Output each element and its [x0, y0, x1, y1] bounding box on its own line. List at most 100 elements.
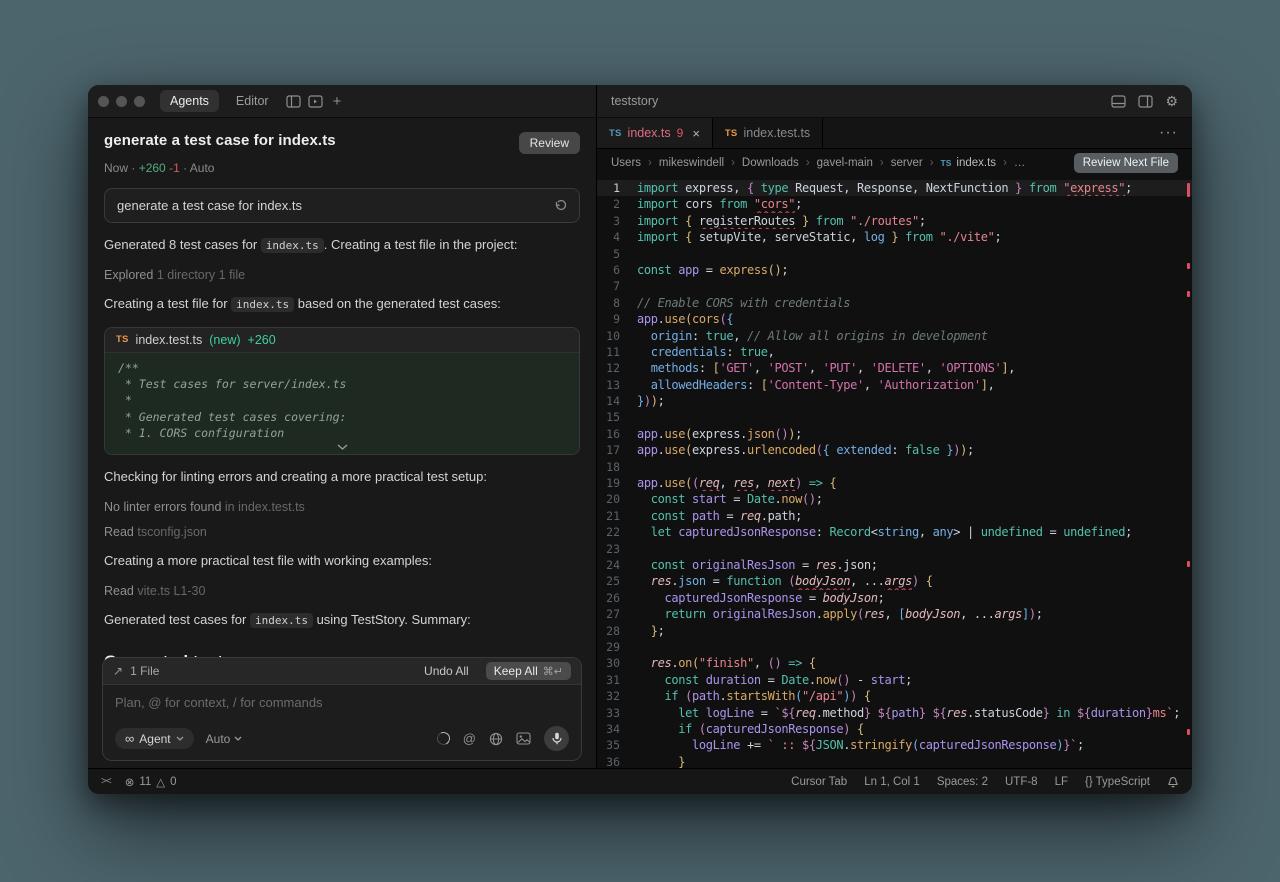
bell-icon[interactable] [1167, 775, 1179, 788]
code-line[interactable]: 15 [597, 409, 1192, 425]
status-item[interactable]: UTF-8 [1005, 776, 1038, 788]
code-line[interactable]: 29 [597, 639, 1192, 655]
code-line[interactable]: 32 if (path.startsWith("/api")) { [597, 688, 1192, 704]
code-line[interactable]: 33 let logLine = `${req.method} ${path} … [597, 705, 1192, 721]
code-line[interactable]: 9app.use(cors({ [597, 311, 1192, 327]
new-agent-tab-button[interactable]: + [330, 93, 345, 110]
breadcrumb-dir[interactable]: server [891, 157, 923, 169]
minimize-window-button[interactable] [116, 96, 127, 107]
changed-files-bar[interactable]: ↗ 1 File Undo All Keep All ⌘↵ [103, 658, 581, 685]
code-line[interactable]: 22 let capturedJsonResponse: Record<stri… [597, 524, 1192, 540]
remote-indicator-icon[interactable]: >< [101, 776, 111, 787]
breadcrumb-dir[interactable]: gavel-main [817, 157, 873, 169]
code-line[interactable]: 30 res.on("finish", () => { [597, 655, 1192, 671]
code-token: "finish" [699, 656, 754, 670]
code-line[interactable]: 35 logLine += ` :: ${JSON.stringify(capt… [597, 737, 1192, 753]
code-editor[interactable]: 1import express, { type Request, Respons… [597, 177, 1192, 768]
code-line[interactable]: 10 origin: true, // Allow all origins in… [597, 328, 1192, 344]
prompt-input[interactable]: Plan, @ for context, / for commands ∞ Ag… [103, 685, 581, 760]
image-attach-icon[interactable] [516, 732, 531, 745]
code-line[interactable]: 5 [597, 246, 1192, 262]
code-line[interactable]: 7 [597, 278, 1192, 294]
status-item[interactable]: Spaces: 2 [937, 776, 988, 788]
code-line[interactable]: 1import express, { type Request, Respons… [597, 180, 1192, 196]
code-token: "./vite" [940, 230, 995, 244]
code-token: ( [685, 312, 692, 326]
mention-icon[interactable]: @ [463, 731, 476, 746]
microphone-button[interactable] [544, 726, 569, 751]
expand-files-icon[interactable]: ↗ [113, 664, 123, 678]
toggle-panel-icon[interactable] [1111, 95, 1126, 108]
code-token: . [658, 443, 665, 457]
code-line[interactable]: 34 if (capturedJsonResponse) { [597, 721, 1192, 737]
model-dropdown[interactable]: Auto [206, 732, 243, 746]
code-line[interactable]: 4import { setupVite, serveStatic, log } … [597, 229, 1192, 245]
settings-gear-icon[interactable]: ⚙ [1165, 93, 1178, 110]
breadcrumb-dir[interactable]: mikeswindell [659, 157, 724, 169]
breadcrumb-file[interactable]: TSindex.ts [941, 157, 997, 169]
code-token [685, 492, 692, 506]
code-line[interactable]: 24 const originalResJson = res.json; [597, 557, 1192, 573]
diff-file-name: index.test.ts [136, 333, 203, 347]
diff-code-line: /** [118, 360, 566, 376]
web-search-icon[interactable] [489, 732, 503, 746]
code-token: next [768, 476, 796, 490]
code-line[interactable]: 16app.use(express.json()); [597, 426, 1192, 442]
tab-editor[interactable]: Editor [226, 90, 279, 112]
close-tab-icon[interactable]: × [692, 126, 700, 141]
status-item[interactable]: Ln 1, Col 1 [864, 776, 920, 788]
review-button[interactable]: Review [519, 132, 580, 154]
undo-all-button[interactable]: Undo All [424, 664, 469, 678]
code-line[interactable]: 14})); [597, 393, 1192, 409]
more-actions-icon[interactable]: ··· [1145, 124, 1192, 142]
code-line[interactable]: 23 [597, 541, 1192, 557]
code-line[interactable]: 17app.use(express.urlencoded({ extended:… [597, 442, 1192, 458]
tab-agents[interactable]: Agents [160, 90, 219, 112]
close-window-button[interactable] [98, 96, 109, 107]
breadcrumb: Users›mikeswindell›Downloads›gavel-main›… [597, 149, 1192, 177]
editor-tab-index.ts[interactable]: TSindex.ts9× [597, 118, 713, 148]
status-item[interactable]: Cursor Tab [791, 776, 847, 788]
window-controls[interactable] [98, 96, 145, 107]
layout-sidebar-icon[interactable] [286, 95, 301, 108]
code-line[interactable]: 26 capturedJsonResponse = bodyJson; [597, 590, 1192, 606]
layout-panel-run-icon[interactable] [308, 95, 323, 108]
code-line[interactable]: 31 const duration = Date.now() - start; [597, 672, 1192, 688]
breadcrumb-items[interactable]: Users›mikeswindell›Downloads›gavel-main›… [611, 157, 1025, 169]
restore-checkpoint-icon[interactable] [554, 200, 567, 212]
code-line[interactable]: 6const app = express(); [597, 262, 1192, 278]
review-next-file-button[interactable]: Review Next File [1074, 153, 1178, 173]
code-line[interactable]: 21 const path = req.path; [597, 508, 1192, 524]
breadcrumb-dir[interactable]: Downloads [742, 157, 799, 169]
keep-all-button[interactable]: Keep All ⌘↵ [486, 662, 571, 680]
code-line[interactable]: 27 return originalResJson.apply(res, [bo… [597, 606, 1192, 622]
expand-diff-chevron-icon[interactable] [105, 441, 579, 454]
status-item[interactable]: {} TypeScript [1085, 776, 1150, 788]
breadcrumb-symbol-trail[interactable]: … [1014, 157, 1026, 169]
user-prompt-box[interactable]: generate a test case for index.ts [104, 188, 580, 223]
breadcrumb-dir[interactable]: Users [611, 157, 641, 169]
problems-indicator[interactable]: ⊗ 11 △ 0 [125, 775, 177, 789]
code-line-text: app.use(express.urlencoded({ extended: f… [637, 442, 1192, 458]
code-line[interactable]: 18 [597, 459, 1192, 475]
file-diff-card[interactable]: TSindex.test.ts(new)+260/** * Test cases… [104, 327, 580, 456]
file-diff-card-header[interactable]: TSindex.test.ts(new)+260 [105, 328, 579, 353]
code-line[interactable]: 13 allowedHeaders: ['Content-Type', 'Aut… [597, 377, 1192, 393]
code-line[interactable]: 12 methods: ['GET', 'POST', 'PUT', 'DELE… [597, 360, 1192, 376]
zoom-window-button[interactable] [134, 96, 145, 107]
code-line[interactable]: 36 } [597, 754, 1192, 768]
code-line[interactable]: 28 }; [597, 623, 1192, 639]
code-line[interactable]: 3import { registerRoutes } from "./route… [597, 213, 1192, 229]
code-line[interactable]: 25 res.json = function (bodyJson, ...arg… [597, 573, 1192, 589]
code-line[interactable]: 2import cors from "cors"; [597, 196, 1192, 212]
toggle-secondary-sidebar-icon[interactable] [1138, 95, 1153, 108]
code-token: { [857, 722, 864, 736]
code-line[interactable]: 11 credentials: true, [597, 344, 1192, 360]
code-line[interactable]: 20 const start = Date.now(); [597, 491, 1192, 507]
text-run: based on the generated test cases: [294, 296, 501, 311]
code-line[interactable]: 19app.use((req, res, next) => { [597, 475, 1192, 491]
code-line[interactable]: 8// Enable CORS with credentials [597, 295, 1192, 311]
status-item[interactable]: LF [1055, 776, 1068, 788]
agent-mode-dropdown[interactable]: ∞ Agent [115, 728, 194, 749]
editor-tab-index.test.ts[interactable]: TSindex.test.ts [713, 118, 823, 148]
